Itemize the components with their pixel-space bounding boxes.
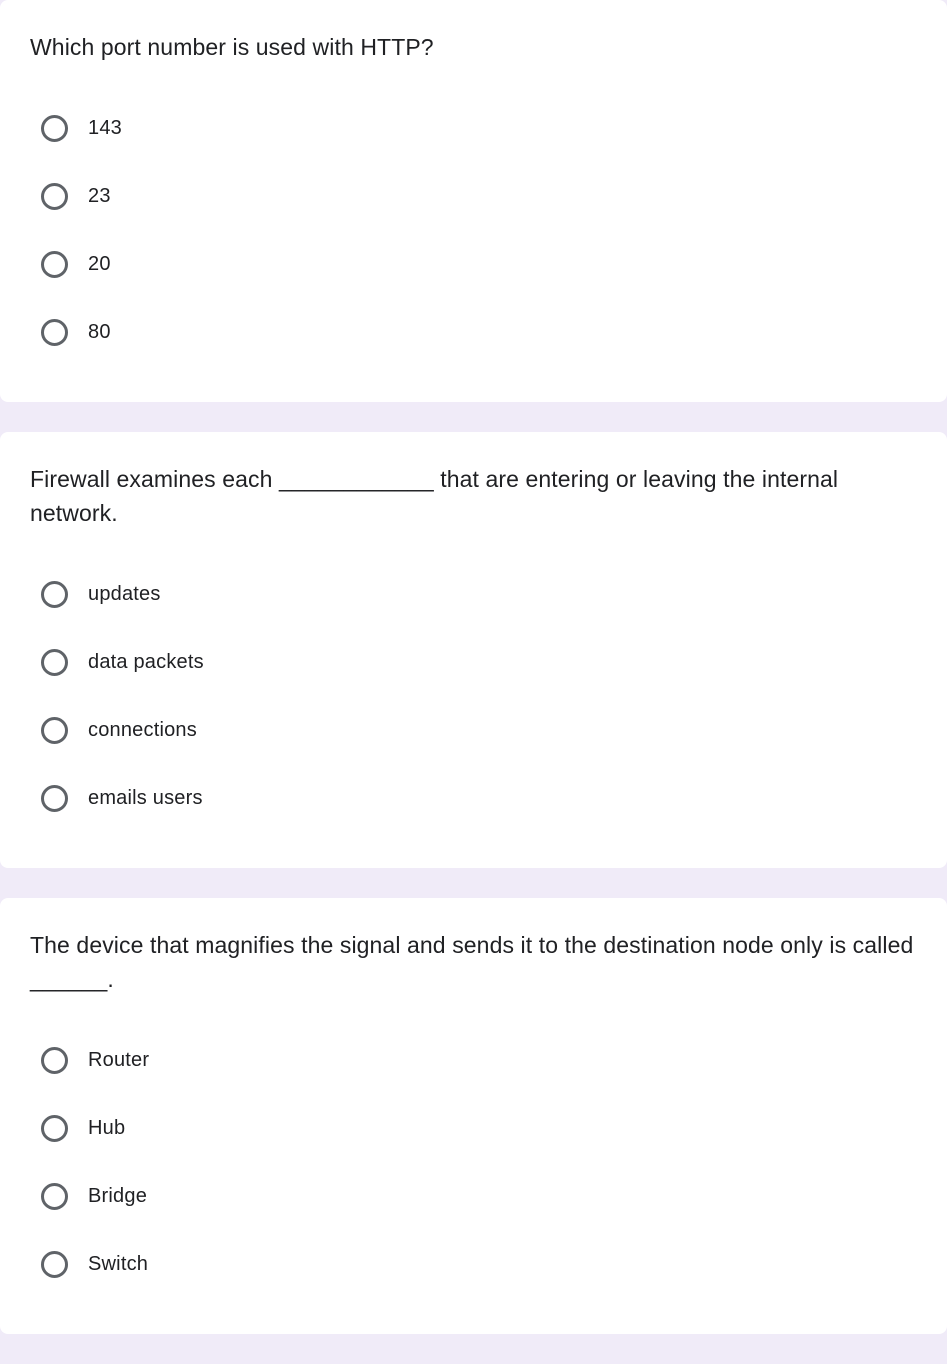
option-label: updates <box>88 583 161 606</box>
radio-icon <box>41 785 68 812</box>
radio-icon <box>41 1047 68 1074</box>
radio-icon <box>41 1251 68 1278</box>
radio-option[interactable]: 143 <box>41 100 917 158</box>
option-label: Switch <box>88 1253 148 1276</box>
question-card-2: Firewall examines each ____________ that… <box>0 432 947 868</box>
question-card-1: Which port number is used with HTTP? 143… <box>0 0 947 402</box>
option-label: 80 <box>88 321 111 344</box>
radio-option[interactable]: Hub <box>41 1100 917 1158</box>
radio-icon <box>41 251 68 278</box>
radio-option[interactable]: Router <box>41 1032 917 1090</box>
radio-icon <box>41 717 68 744</box>
radio-option[interactable]: updates <box>41 566 917 624</box>
radio-option[interactable]: connections <box>41 702 917 760</box>
radio-icon <box>41 115 68 142</box>
radio-option[interactable]: 20 <box>41 236 917 294</box>
radio-option[interactable]: 23 <box>41 168 917 226</box>
option-label: 143 <box>88 117 122 140</box>
question-text: Which port number is used with HTTP? <box>30 30 917 65</box>
radio-icon <box>41 581 68 608</box>
question-text: The device that magnifies the signal and… <box>30 928 917 997</box>
options-group: updates data packets connections emails … <box>30 566 917 828</box>
radio-icon <box>41 649 68 676</box>
radio-option[interactable]: Switch <box>41 1236 917 1294</box>
radio-option[interactable]: Bridge <box>41 1168 917 1226</box>
radio-option[interactable]: emails users <box>41 770 917 828</box>
question-card-3: The device that magnifies the signal and… <box>0 898 947 1334</box>
option-label: Bridge <box>88 1185 147 1208</box>
option-label: connections <box>88 719 197 742</box>
option-label: Router <box>88 1049 149 1072</box>
radio-option[interactable]: 80 <box>41 304 917 362</box>
radio-option[interactable]: data packets <box>41 634 917 692</box>
radio-icon <box>41 1183 68 1210</box>
option-label: 20 <box>88 253 111 276</box>
option-label: 23 <box>88 185 111 208</box>
option-label: emails users <box>88 787 203 810</box>
radio-icon <box>41 319 68 346</box>
options-group: 143 23 20 80 <box>30 100 917 362</box>
radio-icon <box>41 1115 68 1142</box>
option-label: data packets <box>88 651 204 674</box>
radio-icon <box>41 183 68 210</box>
option-label: Hub <box>88 1117 125 1140</box>
question-text: Firewall examines each ____________ that… <box>30 462 917 531</box>
options-group: Router Hub Bridge Switch <box>30 1032 917 1294</box>
